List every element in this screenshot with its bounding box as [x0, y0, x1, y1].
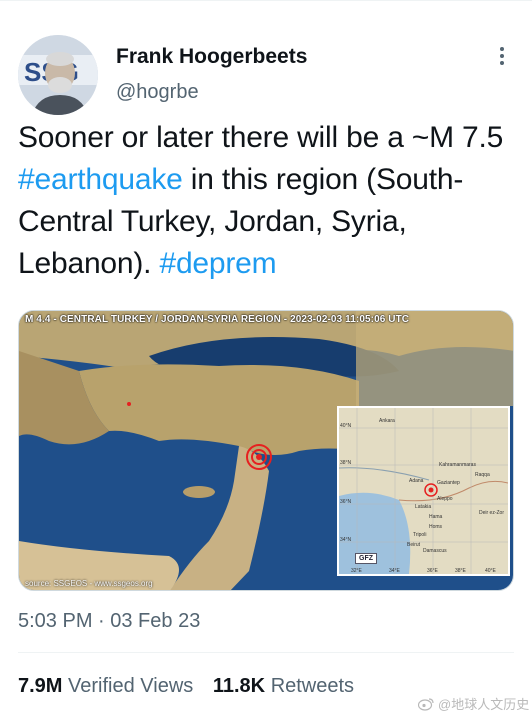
inset-lat-label: 38°N [340, 460, 352, 466]
map-caption: M 4.4 - CENTRAL TURKEY / JORDAN-SYRIA RE… [25, 314, 410, 325]
inset-lon-label: 38°E [455, 568, 467, 574]
inset-place-label: Damascus [423, 548, 447, 554]
inset-place-label: Hama [429, 514, 443, 520]
inset-place-label: Adana [409, 478, 424, 484]
weibo-icon [418, 697, 434, 711]
author-block: Frank Hoogerbeets @hogrbe [116, 44, 307, 104]
map-inset: Ankara Adana Kahramanmaras Gaziantep Ale… [337, 406, 510, 576]
avatar-photo: SSG [18, 35, 98, 115]
inset-place-label: Ankara [379, 418, 395, 424]
tweet-media-image[interactable]: M 4.4 - CENTRAL TURKEY / JORDAN-SYRIA RE… [18, 310, 514, 591]
retweets-count: 11.8K [212, 675, 266, 697]
inset-place-label: Gaziantep [437, 480, 460, 486]
views-count: 7.9M [18, 675, 63, 697]
tweet-text: Sooner or later there will be a ~M 7.5 #… [18, 117, 514, 285]
inset-place-label: Latakia [415, 504, 431, 510]
more-vertical-icon [500, 47, 504, 65]
inset-lon-label: 36°E [427, 568, 439, 574]
inset-place-label: Aleppo [437, 496, 453, 502]
views-stat[interactable]: 7.9M Verified Views [18, 675, 193, 697]
inset-lat-label: 36°N [340, 499, 352, 505]
inset-place-label: Homs [429, 524, 443, 530]
avatar[interactable]: SSG [18, 35, 98, 115]
inset-place-label: Deir ez-Zor [479, 510, 504, 516]
gfz-logo: GFZ [355, 553, 377, 564]
inset-lat-label: 40°N [340, 423, 352, 429]
retweets-label: Retweets [270, 675, 355, 697]
inset-lon-label: 34°E [389, 568, 401, 574]
inset-place-label: Raqqa [475, 472, 490, 478]
retweets-stat[interactable]: 11.8K Retweets [213, 675, 354, 697]
inset-place-label: Kahramanmaras [439, 462, 476, 468]
tweet-timestamp[interactable]: 5:03 PM · 03 Feb 23 [18, 609, 200, 633]
watermark-text: @地球人文历史 [438, 697, 530, 712]
map-source-credit: source: SSGEOS - www.ssgeos.org [25, 579, 153, 588]
top-divider [0, 0, 532, 1]
tweet-text-part1: Sooner or later there will be a ~M 7.5 [18, 121, 504, 154]
inset-map-graphic: Ankara Adana Kahramanmaras Gaziantep Ale… [339, 408, 508, 574]
hashtag-deprem-link[interactable]: #deprem [159, 247, 276, 280]
author-handle[interactable]: @hogrbe [116, 80, 307, 104]
inset-lon-label: 32°E [351, 568, 363, 574]
inset-lon-label: 40°E [485, 568, 497, 574]
hashtag-earthquake-link[interactable]: #earthquake [18, 163, 183, 196]
inset-place-label: Beirut [407, 542, 421, 548]
watermark: @地球人文历史 [418, 694, 529, 713]
more-options-button[interactable] [488, 42, 516, 70]
tweet-stats: 7.9M Verified Views 11.8K Retweets [18, 674, 368, 698]
views-label: Verified Views [68, 675, 194, 697]
divider [18, 652, 514, 653]
author-name[interactable]: Frank Hoogerbeets [116, 44, 307, 70]
inset-lat-label: 34°N [340, 537, 352, 543]
inset-place-label: Tripoli [413, 532, 426, 538]
